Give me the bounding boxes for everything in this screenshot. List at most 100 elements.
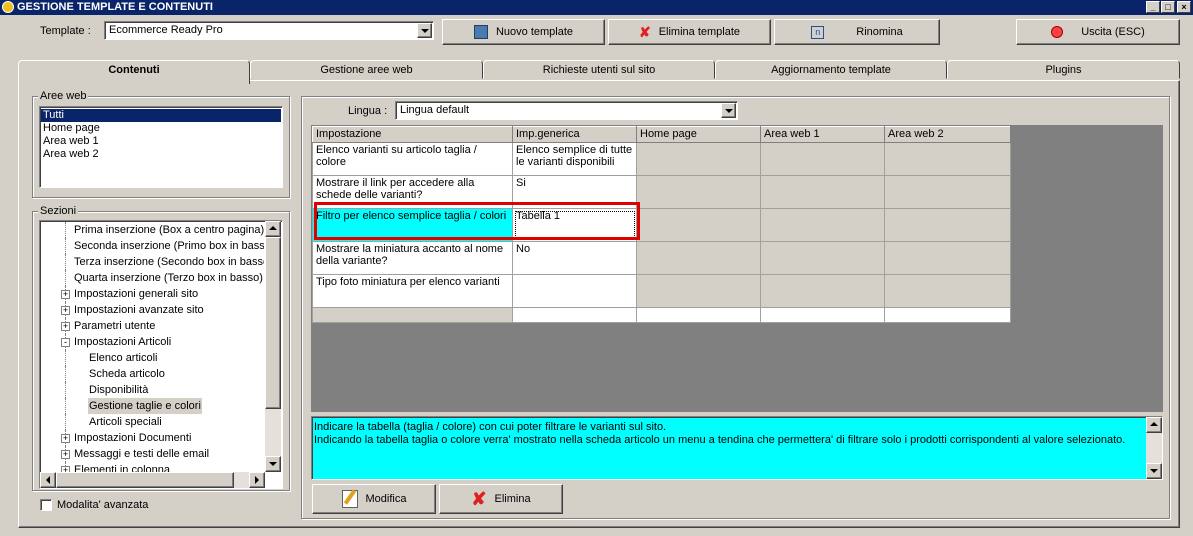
scroll-up-icon[interactable] xyxy=(1146,417,1162,433)
chevron-down-icon[interactable] xyxy=(721,103,736,118)
setting-cell[interactable]: Mostrare il link per accedere alla sched… xyxy=(312,175,513,209)
tab-contenuti[interactable]: Contenuti xyxy=(18,60,250,84)
description-vscrollbar[interactable] xyxy=(1146,417,1162,479)
new-template-button[interactable]: Nuovo template xyxy=(442,19,605,45)
scroll-thumb[interactable] xyxy=(265,237,281,409)
area-web-1-cell[interactable] xyxy=(760,208,885,242)
tree-item[interactable]: + Impostazioni generali sito xyxy=(40,286,264,302)
tree-item[interactable]: + Messaggi e testi delle email xyxy=(40,446,264,462)
area-web-2-cell[interactable] xyxy=(884,241,1011,275)
hscroll-thumb[interactable] xyxy=(56,472,234,488)
expand-icon[interactable]: + xyxy=(61,450,70,459)
tab-richieste-utenti[interactable]: Richieste utenti sul sito xyxy=(483,60,715,79)
tree-item[interactable]: - Impostazioni Articoli xyxy=(40,334,264,350)
area-web-2-cell[interactable] xyxy=(884,175,1011,209)
area-web-1-cell[interactable] xyxy=(760,175,885,209)
table-row[interactable]: Filtro per elenco semplice taglia / colo… xyxy=(312,208,1011,242)
table-row[interactable]: Mostrare la miniatura accanto al nome de… xyxy=(312,241,1011,275)
list-item[interactable]: Tutti xyxy=(41,109,281,122)
sezioni-hscrollbar[interactable] xyxy=(40,472,265,488)
delete-template-button[interactable]: ✘ Elimina template xyxy=(608,19,771,45)
column-header[interactable]: Area web 2 xyxy=(884,126,1011,143)
area-web-2-cell[interactable] xyxy=(884,274,1011,308)
empty-cell[interactable] xyxy=(312,307,513,323)
tree-item[interactable]: + Impostazioni Documenti xyxy=(40,430,264,446)
scroll-down-icon[interactable] xyxy=(1146,463,1162,479)
tree-item[interactable]: + Elementi in colonna xyxy=(40,462,264,472)
home-page-cell[interactable] xyxy=(636,175,761,209)
list-item[interactable]: Area web 2 xyxy=(41,148,281,161)
list-item[interactable]: Area web 1 xyxy=(41,135,281,148)
area-web-2-cell[interactable] xyxy=(884,208,1011,242)
template-select[interactable]: Ecommerce Ready Pro xyxy=(104,21,434,40)
tree-item[interactable]: Gestione taglie e colori xyxy=(40,398,264,414)
home-page-cell[interactable] xyxy=(636,274,761,308)
area-web-1-cell[interactable] xyxy=(760,274,885,308)
collapse-icon[interactable]: - xyxy=(61,338,70,347)
expand-icon[interactable]: + xyxy=(61,290,70,299)
tree-item[interactable]: Articoli speciali xyxy=(40,414,264,430)
expand-icon[interactable]: + xyxy=(61,434,70,443)
tab-gestione-aree-web[interactable]: Gestione aree web xyxy=(250,60,483,79)
generic-value-cell[interactable]: Elenco semplice di tutte le varianti dis… xyxy=(512,142,637,176)
generic-value-cell[interactable]: No xyxy=(512,241,637,275)
empty-cell[interactable] xyxy=(884,307,1011,323)
generic-value-cell[interactable]: Si xyxy=(512,175,637,209)
advanced-mode-checkbox[interactable] xyxy=(40,499,52,511)
scroll-down-icon[interactable] xyxy=(265,456,281,472)
tree-item[interactable]: Prima inserzione (Box a centro pagina) xyxy=(40,222,264,238)
tree-item[interactable]: Quarta inserzione (Terzo box in basso) xyxy=(40,270,264,286)
tree-item[interactable]: Seconda inserzione (Primo box in basso) xyxy=(40,238,264,254)
column-header[interactable]: Imp.generica xyxy=(512,126,637,143)
scroll-up-icon[interactable] xyxy=(265,221,281,237)
tree-item[interactable]: + Parametri utente xyxy=(40,318,264,334)
setting-cell[interactable]: Tipo foto miniatura per elenco varianti xyxy=(312,274,513,308)
table-row[interactable]: Mostrare il link per accedere alla sched… xyxy=(312,175,1011,209)
column-header[interactable]: Impostazione xyxy=(312,126,513,143)
aree-web-list[interactable]: Tutti Home page Area web 1 Area web 2 xyxy=(39,106,283,188)
expand-icon[interactable]: + xyxy=(61,306,70,315)
tree-item[interactable]: + Impostazioni avanzate sito xyxy=(40,302,264,318)
tab-aggiornamento-template[interactable]: Aggiornamento template xyxy=(715,60,947,79)
empty-cell[interactable] xyxy=(636,307,761,323)
generic-value-cell[interactable]: Tabella 1 xyxy=(512,208,637,242)
table-row[interactable]: Tipo foto miniatura per elenco varianti xyxy=(312,274,1011,308)
setting-cell[interactable]: Mostrare la miniatura accanto al nome de… xyxy=(312,241,513,275)
minimize-icon[interactable]: _ xyxy=(1146,1,1160,13)
home-page-cell[interactable] xyxy=(636,142,761,176)
area-web-1-cell[interactable] xyxy=(760,142,885,176)
description-box[interactable]: Indicare la tabella (taglia / colore) co… xyxy=(311,416,1163,480)
tree-item[interactable]: Scheda articolo xyxy=(40,366,264,382)
exit-button[interactable]: Uscita (ESC) xyxy=(1016,19,1180,45)
sezioni-tree[interactable]: Prima inserzione (Box a centro pagina) Se… xyxy=(39,220,283,489)
tab-plugins[interactable]: Plugins xyxy=(947,60,1180,79)
setting-cell[interactable]: Filtro per elenco semplice taglia / colo… xyxy=(312,208,513,242)
table-row[interactable] xyxy=(312,307,1011,323)
rename-button[interactable]: n Rinomina xyxy=(774,19,940,45)
generic-value-cell[interactable] xyxy=(512,274,637,308)
home-page-cell[interactable] xyxy=(636,241,761,275)
close-icon[interactable]: × xyxy=(1177,1,1191,13)
setting-cell[interactable]: Elenco varianti su articolo taglia / col… xyxy=(312,142,513,176)
maximize-icon[interactable]: □ xyxy=(1161,1,1175,13)
lingua-select[interactable]: Lingua default xyxy=(395,101,738,120)
scroll-left-icon[interactable] xyxy=(40,472,56,488)
column-header[interactable]: Home page xyxy=(636,126,761,143)
area-web-1-cell[interactable] xyxy=(760,241,885,275)
home-page-cell[interactable] xyxy=(636,208,761,242)
delete-button[interactable]: ✘ Elimina xyxy=(439,484,563,514)
scroll-right-icon[interactable] xyxy=(249,472,265,488)
area-web-2-cell[interactable] xyxy=(884,142,1011,176)
sezioni-vscrollbar[interactable] xyxy=(265,221,281,472)
empty-cell[interactable] xyxy=(760,307,885,323)
tree-item[interactable]: Elenco articoli xyxy=(40,350,264,366)
column-header[interactable]: Area web 1 xyxy=(760,126,885,143)
expand-icon[interactable]: + xyxy=(61,322,70,331)
empty-cell[interactable] xyxy=(512,307,637,323)
list-item[interactable]: Home page xyxy=(41,122,281,135)
tree-item[interactable]: Disponibilità xyxy=(40,382,264,398)
tree-item[interactable]: Terza inserzione (Secondo box in basso) xyxy=(40,254,264,270)
table-row[interactable]: Elenco varianti su articolo taglia / col… xyxy=(312,142,1011,176)
chevron-down-icon[interactable] xyxy=(417,23,432,38)
modify-button[interactable]: Modifica xyxy=(312,484,436,514)
